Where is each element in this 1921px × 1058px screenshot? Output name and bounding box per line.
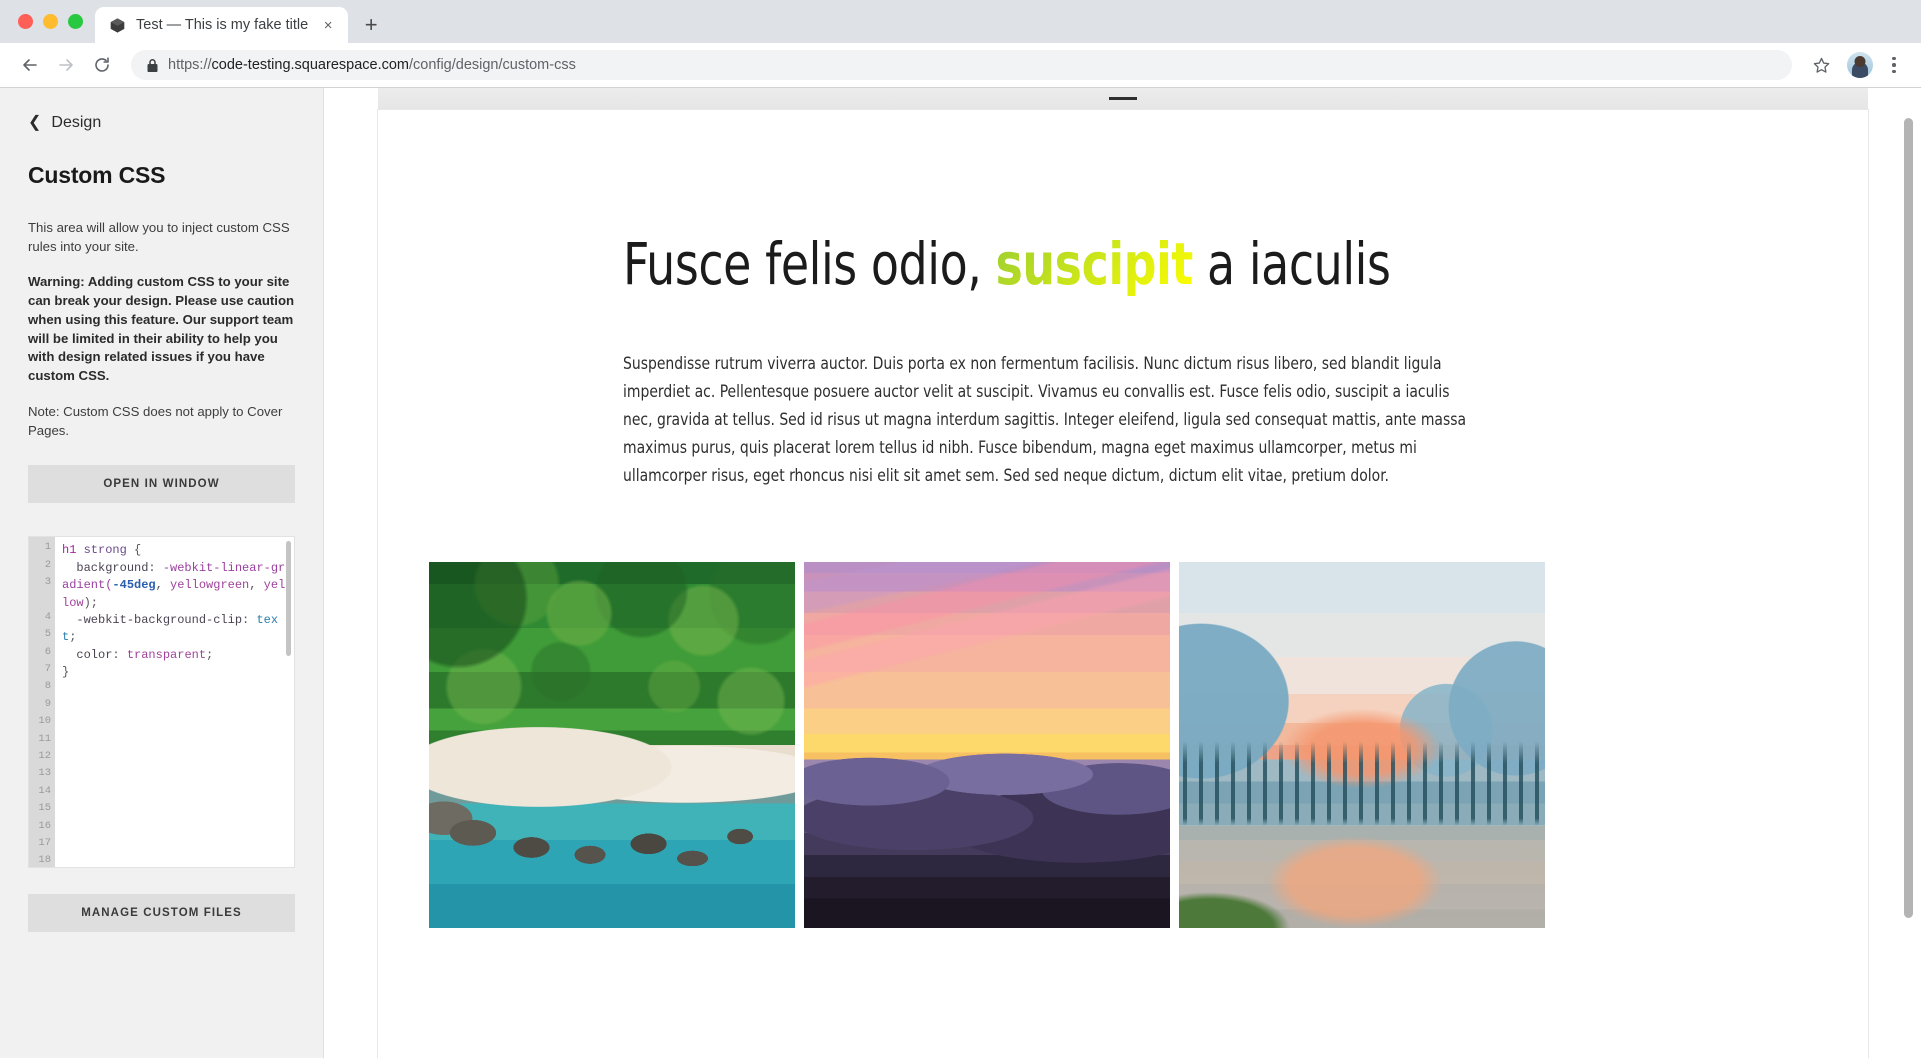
code-colon-1: :	[148, 560, 156, 575]
drag-handle-icon[interactable]	[1108, 97, 1137, 100]
code-semicolon-2: ;	[69, 630, 77, 645]
back-button[interactable]	[14, 49, 46, 81]
warning-text: Warning: Adding custom CSS to your site …	[28, 274, 295, 384]
image-gallery	[428, 562, 1868, 928]
code-colon-3: :	[112, 647, 120, 662]
line-number: 5	[44, 628, 51, 641]
tab-title: Test — This is my fake title	[136, 17, 309, 33]
sunset-mountains-photo	[803, 562, 1170, 928]
tab-strip: Test — This is my fake title × +	[0, 0, 1921, 43]
line-number: 4	[44, 610, 51, 623]
code-paren-close: );	[83, 595, 99, 610]
forward-button[interactable]	[50, 49, 82, 81]
code-token-value-transparent: transparent	[126, 647, 207, 662]
valley-foreground-grass	[1178, 880, 1333, 928]
open-in-window-button[interactable]: OPEN IN WINDOW	[28, 465, 295, 504]
line-number: 12	[38, 750, 51, 763]
code-token-color-1: yellowgreen	[170, 578, 250, 593]
site-preview-pane: Fusce felis odio, suscipit a iaculis Sus…	[324, 88, 1921, 1058]
new-tab-button[interactable]: +	[356, 10, 386, 40]
browser-window: Test — This is my fake title × + https:/…	[0, 0, 1921, 1058]
reload-icon	[95, 57, 109, 72]
reload-button[interactable]	[86, 49, 118, 81]
chevron-left-icon: ❮	[28, 114, 42, 131]
code-comma-1: ,	[155, 578, 163, 593]
url-path: /config/design/custom-css	[409, 57, 576, 73]
line-number: 18	[38, 854, 51, 867]
editor-code-content[interactable]: h1 strong { background: -webkit-linear-g…	[55, 537, 294, 867]
code-token-element: strong	[83, 543, 127, 558]
page-title: Custom CSS	[28, 162, 166, 188]
browser-toolbar: https://code-testing.squarespace.com/con…	[0, 43, 1921, 88]
maximize-window-button[interactable]	[68, 14, 83, 29]
url-host: code-testing.squarespace.com	[211, 57, 410, 73]
preview-scrollbar[interactable]	[1903, 118, 1914, 1038]
heading-text-after: a iaculis	[1192, 230, 1391, 298]
arrow-right-icon	[59, 59, 73, 71]
browser-tab[interactable]: Test — This is my fake title ×	[95, 7, 349, 43]
code-semicolon-3: ;	[206, 647, 214, 662]
page-body: ❮ Design Custom CSS This area will allow…	[0, 88, 1921, 1058]
bookmark-button[interactable]	[1805, 49, 1837, 81]
site-heading: Fusce felis odio, suscipit a iaculis	[623, 230, 1719, 298]
code-token-prop-clip: -webkit-background-clip	[76, 612, 243, 627]
minimize-window-button[interactable]	[43, 14, 58, 29]
code-token-prop-background: background	[76, 560, 149, 575]
profile-avatar[interactable]	[1847, 52, 1873, 78]
heading-highlight: suscipit	[995, 230, 1193, 298]
code-brace-close: }	[62, 665, 70, 680]
preview-drag-strip[interactable]	[377, 88, 1868, 110]
preview-content: Fusce felis odio, suscipit a iaculis Sus…	[378, 110, 1868, 928]
heading-text-before: Fusce felis odio,	[622, 230, 996, 298]
custom-css-sidebar: ❮ Design Custom CSS This area will allow…	[0, 88, 324, 1058]
window-traffic-lights	[10, 14, 95, 43]
line-number: 3	[44, 576, 51, 589]
line-number: 6	[44, 645, 51, 658]
valley-river-photo	[1178, 562, 1545, 928]
line-number: 13	[38, 767, 51, 780]
line-number: 17	[38, 837, 51, 849]
line-number: 7	[44, 663, 51, 676]
editor-line-numbers: 1 2 3 4 5 6 7 8 9 10 11 12 13 14 15 16 1	[29, 537, 55, 868]
note-text: Note: Custom CSS does not apply to Cover…	[28, 403, 283, 438]
editor-scrollbar[interactable]	[286, 541, 291, 657]
star-icon	[1813, 57, 1829, 73]
cube-icon	[110, 17, 125, 33]
arrow-left-icon	[23, 59, 37, 71]
url-text: https://code-testing.squarespace.com/con…	[168, 57, 576, 73]
code-token-selector: h1	[62, 543, 77, 558]
preview-scrollbar-thumb[interactable]	[1904, 118, 1913, 918]
preview-frame: Fusce felis odio, suscipit a iaculis Sus…	[377, 110, 1868, 1058]
valley-river-water	[1178, 825, 1545, 928]
aerial-beach-photo	[428, 562, 795, 928]
line-number: 9	[44, 697, 51, 710]
line-number: 16	[38, 819, 51, 832]
back-link-label: Design	[51, 114, 102, 131]
lock-icon	[147, 58, 158, 72]
code-brace-open: {	[134, 543, 142, 558]
code-comma-2: ,	[249, 578, 257, 593]
intro-text: This area will allow you to inject custo…	[28, 220, 290, 254]
close-window-button[interactable]	[18, 14, 33, 29]
code-colon-2: :	[242, 612, 250, 627]
line-number: 11	[38, 732, 51, 745]
site-paragraph: Suspendisse rutrum viverra auctor. Duis …	[622, 354, 1466, 485]
valley-sunset-glow	[1280, 708, 1442, 789]
manage-custom-files-button[interactable]: MANAGE CUSTOM FILES	[28, 894, 295, 933]
code-token-prop-color: color	[76, 647, 113, 662]
url-scheme: https://	[168, 57, 212, 73]
address-bar[interactable]: https://code-testing.squarespace.com/con…	[131, 50, 1792, 80]
line-number: 1	[44, 541, 51, 554]
close-tab-button[interactable]: ×	[318, 15, 338, 35]
line-number: 10	[38, 715, 51, 728]
browser-menu-button[interactable]	[1881, 50, 1907, 80]
line-number: 14	[38, 784, 51, 797]
css-code-editor[interactable]: 1 2 3 4 5 6 7 8 9 10 11 12 13 14 15 16 1	[28, 536, 295, 869]
back-to-design-link[interactable]: ❮ Design	[28, 114, 295, 132]
line-number: 8	[44, 680, 51, 693]
code-token-angle: -45deg	[112, 578, 156, 593]
line-number: 2	[44, 558, 51, 571]
line-number: 15	[38, 802, 51, 815]
